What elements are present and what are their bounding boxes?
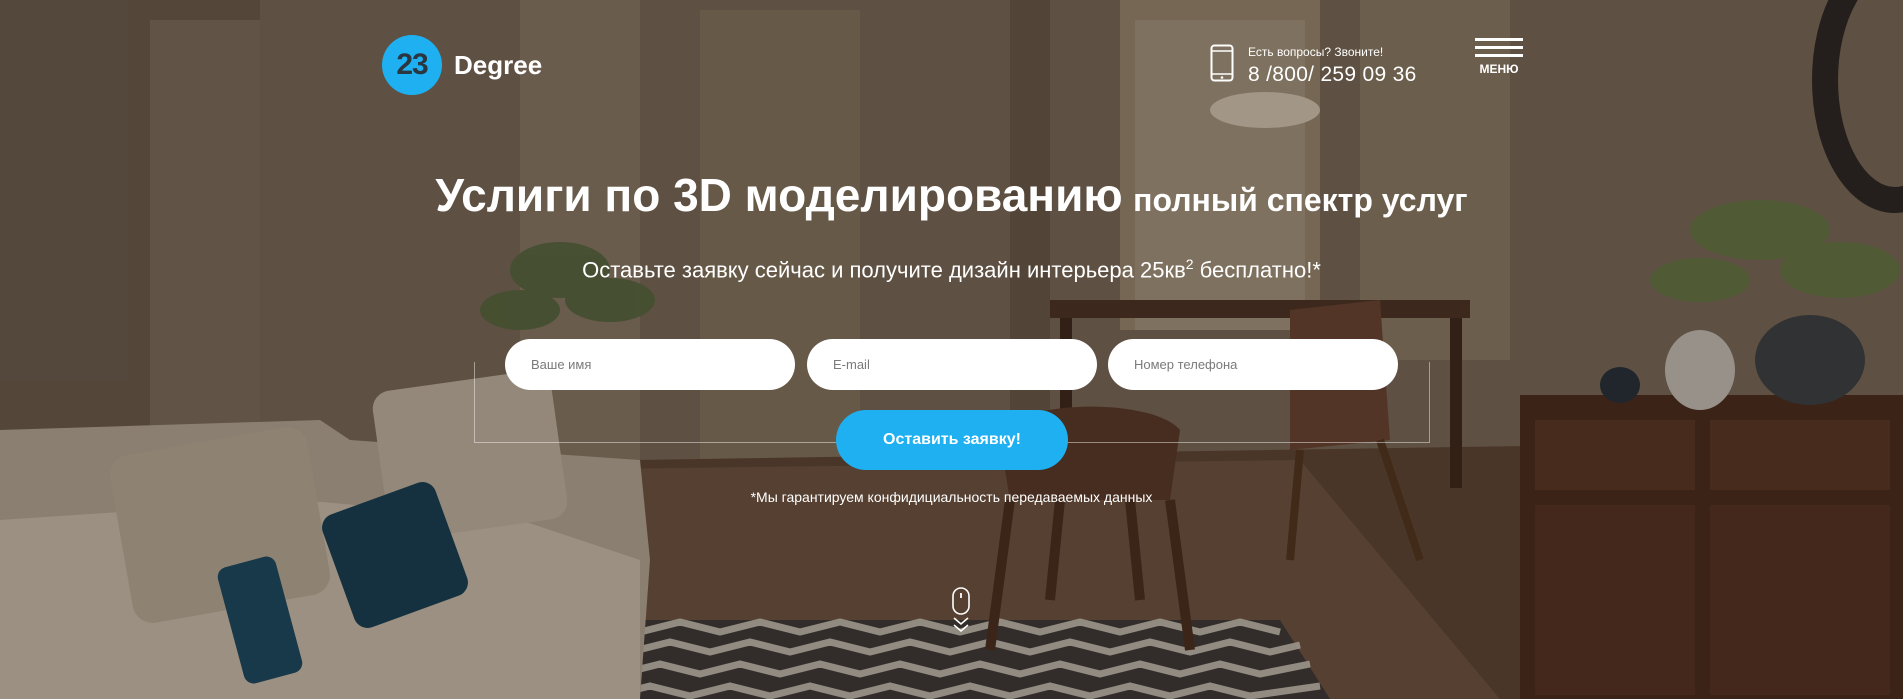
title-secondary: полный спектр услуг <box>1133 182 1468 218</box>
offer-subtitle: Оставьте заявку сейчас и получите дизайн… <box>0 256 1903 283</box>
name-field[interactable] <box>505 339 795 390</box>
menu-button[interactable]: МЕНЮ <box>1475 38 1523 76</box>
logo-name: Degree <box>454 49 543 80</box>
submit-request-button[interactable]: Оставить заявку! <box>836 410 1068 470</box>
subtitle-superscript: 2 <box>1185 256 1194 272</box>
subtitle-text: Оставьте заявку сейчас и получите дизайн… <box>582 257 1186 283</box>
mobile-phone-icon <box>1210 44 1234 82</box>
mouse-scroll-down-icon[interactable] <box>950 587 972 637</box>
title-main: Услиги по 3D моделированию <box>435 169 1123 221</box>
page-title: Услиги по 3D моделированию полный спектр… <box>0 168 1903 222</box>
contact-phone-number[interactable]: 8 /800/ 259 09 36 <box>1248 63 1417 87</box>
privacy-note: *Мы гарантируем конфидициальность переда… <box>750 489 1153 505</box>
subtitle-text-end: бесплатно!* <box>1193 257 1321 283</box>
site-logo[interactable]: 23 Degree <box>382 35 542 95</box>
email-field[interactable] <box>807 339 1097 390</box>
contact-block: Есть вопросы? Звоните! 8 /800/ 259 09 36 <box>1210 44 1417 87</box>
logo-badge: 23 <box>382 35 442 95</box>
phone-field[interactable] <box>1108 339 1398 390</box>
menu-label: МЕНЮ <box>1479 62 1519 76</box>
contact-question: Есть вопросы? Звоните! <box>1248 45 1384 59</box>
hamburger-icon <box>1475 38 1523 57</box>
